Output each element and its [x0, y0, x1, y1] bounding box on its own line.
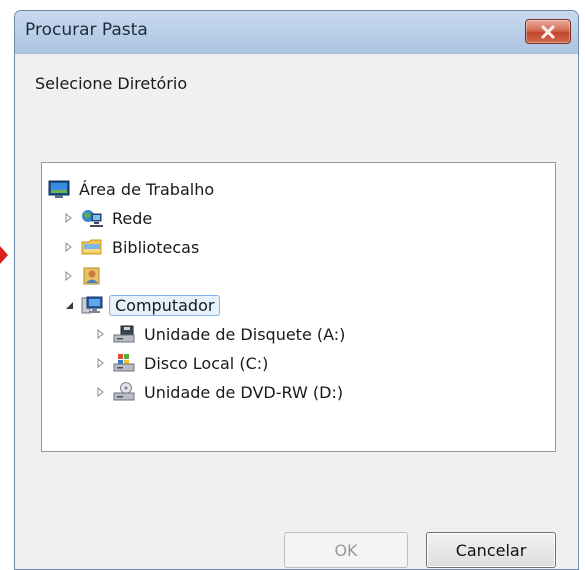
expand-arrow-icon[interactable] — [94, 356, 108, 370]
computer-icon — [81, 294, 103, 316]
tree-item-user-folder[interactable] — [62, 262, 115, 290]
tree-item-desktop[interactable]: Área de Trabalho — [48, 175, 217, 203]
close-button[interactable] — [525, 19, 571, 44]
libraries-icon — [81, 236, 103, 258]
dialog-description: Selecione Diretório — [35, 74, 188, 93]
tree-item-floppy-drive[interactable]: Unidade de Disquete (A:) — [94, 320, 348, 348]
expand-arrow-icon[interactable] — [94, 327, 108, 341]
close-icon — [540, 25, 556, 39]
tree-item-local-disk[interactable]: Disco Local (C:) — [94, 349, 271, 377]
expand-arrow-icon[interactable] — [62, 211, 76, 225]
expand-arrow-icon[interactable] — [62, 269, 76, 283]
user-folder-icon — [81, 265, 103, 287]
desktop-icon — [48, 178, 70, 200]
expand-arrow-icon[interactable] — [94, 385, 108, 399]
collapse-arrow-icon[interactable] — [62, 298, 76, 312]
tree-item-computer[interactable]: Computador — [62, 291, 221, 319]
cancel-button[interactable]: Cancelar — [426, 532, 556, 568]
window-title: Procurar Pasta — [25, 20, 148, 40]
expand-arrow-icon[interactable] — [62, 240, 76, 254]
tree-item-label: Área de Trabalho — [79, 179, 215, 199]
ok-button[interactable]: OK — [284, 532, 408, 568]
tree-item-network[interactable]: Rede — [62, 204, 155, 232]
title-bar[interactable]: Procurar Pasta — [15, 11, 578, 54]
dvd-drive-icon — [113, 381, 135, 403]
tree-item-label: Disco Local (C:) — [144, 353, 269, 373]
dialog-body: Selecione Diretório Área de Trabalho Red… — [15, 54, 578, 569]
tree-item-label: Unidade de DVD-RW (D:) — [144, 382, 344, 402]
browse-folder-dialog: Procurar Pasta Selecione Diretório Área … — [14, 10, 579, 570]
local-disk-icon — [113, 352, 135, 374]
tree-item-label: Computador — [109, 294, 221, 316]
tree-item-libraries[interactable]: Bibliotecas — [62, 233, 202, 261]
annotation-arrow — [0, 246, 8, 264]
tree-item-label: Bibliotecas — [112, 237, 200, 257]
tree-item-label: Unidade de Disquete (A:) — [144, 324, 346, 344]
network-icon — [81, 207, 103, 229]
folder-tree[interactable]: Área de Trabalho Rede Bibliotecas Comput… — [41, 162, 556, 452]
floppy-drive-icon — [113, 323, 135, 345]
tree-item-label — [109, 275, 115, 277]
tree-item-dvd-drive[interactable]: Unidade de DVD-RW (D:) — [94, 378, 346, 406]
tree-item-label: Rede — [112, 208, 153, 228]
